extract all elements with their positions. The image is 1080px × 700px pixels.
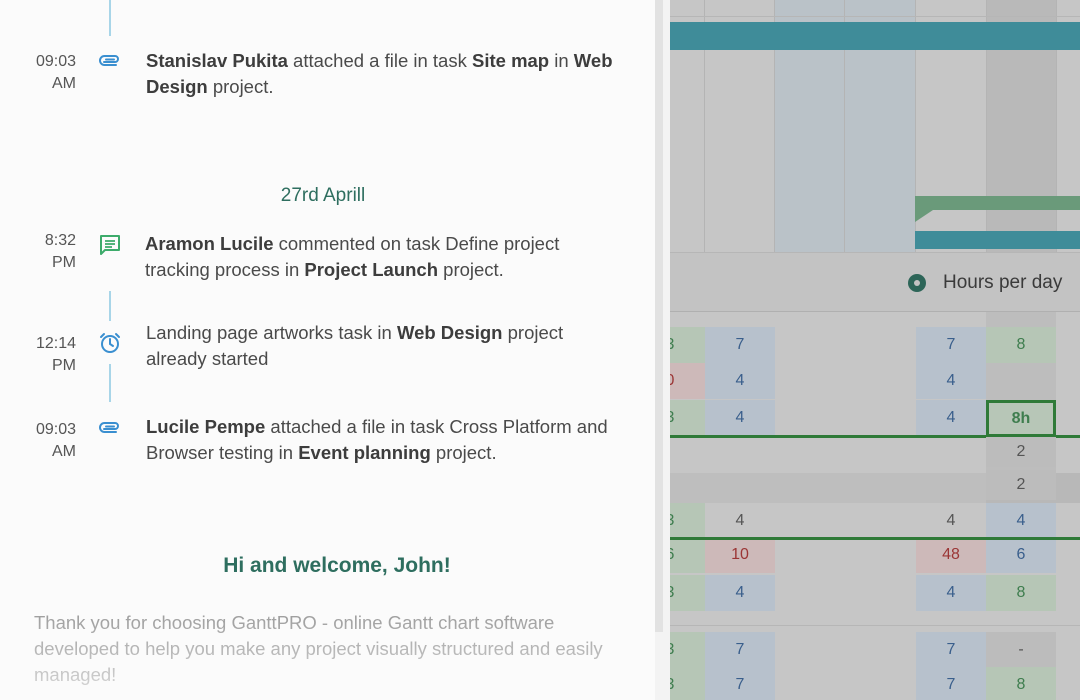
activity-bold-text[interactable]: Event planning: [298, 442, 431, 463]
activity-text: in: [549, 50, 574, 71]
hours-cell[interactable]: 3: [670, 632, 705, 668]
hours-cell[interactable]: 3: [670, 667, 705, 700]
activity-entry-text: Aramon Lucile commented on task Define p…: [145, 231, 615, 283]
hours-cell[interactable]: 7: [916, 327, 986, 363]
hours-cell[interactable]: 10: [705, 537, 775, 573]
hours-cell[interactable]: 7: [705, 327, 775, 363]
hours-cell[interactable]: 3: [670, 503, 705, 539]
gantt-milestone-notch: [915, 210, 933, 222]
hours-cell[interactable]: 4: [705, 503, 775, 539]
activity-time: 12:14 PM: [35, 335, 76, 374]
hours-cell[interactable]: 2: [986, 470, 1056, 500]
legend-label: Hours per day: [943, 272, 1063, 293]
activity-time: 8:32 PM: [44, 232, 76, 271]
hours-cell[interactable]: 3: [670, 575, 705, 611]
hours-per-day-legend: Hours per day: [670, 252, 1080, 312]
overload-line: [670, 435, 986, 438]
welcome-text: Thank you for choosing GanttPRO - online…: [34, 612, 603, 685]
comment-icon: [98, 233, 122, 257]
activity-text: project.: [430, 442, 497, 463]
overload-line: [670, 537, 1080, 540]
alarm-clock-icon: [98, 331, 122, 355]
panel-scrollbar[interactable]: [655, 0, 670, 700]
activity-bold-text[interactable]: Web Design: [397, 322, 503, 343]
hours-cell[interactable]: 8: [986, 327, 1056, 363]
activity-entry-text: Stanislav Pukita attached a file in task…: [146, 48, 616, 100]
activity-bold-text[interactable]: Lucile Pempe: [146, 416, 265, 437]
timeline-line: [109, 0, 111, 36]
hours-cell[interactable]: 3: [670, 400, 705, 436]
gantt-chart-background: Hours per day 37780443442234446104863448…: [670, 0, 1080, 700]
activity-text: Landing page artworks task in: [146, 322, 397, 343]
hours-cell[interactable]: 4: [986, 503, 1056, 539]
activity-entry-text: Lucile Pempe attached a file in task Cro…: [146, 414, 626, 466]
hours-cell[interactable]: 4: [916, 400, 986, 436]
activity-bold-text[interactable]: Project Launch: [304, 259, 438, 280]
activity-bold-text[interactable]: Site map: [472, 50, 549, 71]
hours-cell[interactable]: 4: [705, 400, 775, 436]
paperclip-icon: [98, 50, 122, 74]
hours-cell[interactable]: 3: [670, 327, 705, 363]
radio-dot-icon[interactable]: [908, 274, 926, 292]
activity-text: attached a file in task: [287, 50, 472, 71]
timeline-line: [109, 364, 111, 402]
hours-cell[interactable]: 7: [705, 667, 775, 700]
hours-cell[interactable]: 4: [705, 363, 775, 399]
activity-text: project.: [438, 259, 504, 280]
activity-bold-text[interactable]: Stanislav Pukita: [146, 50, 288, 71]
hours-cell[interactable]: 4: [916, 503, 986, 539]
gantt-row-shade: [670, 473, 986, 503]
timeline-line: [109, 291, 111, 321]
activity-entry-text: Landing page artworks task in Web Design…: [146, 320, 616, 372]
welcome-title: Hi and welcome, John!: [223, 554, 451, 577]
gantt-milestone-bar[interactable]: [915, 196, 1080, 210]
hours-cell[interactable]: 4: [916, 575, 986, 611]
activity-time: 09:03 AM: [35, 53, 76, 92]
hours-cell[interactable]: 48: [916, 537, 986, 573]
hours-cell[interactable]: 2: [986, 437, 1056, 467]
hours-cell[interactable]: 7: [916, 632, 986, 668]
paperclip-icon: [98, 417, 122, 441]
scrollbar-thumb[interactable]: [655, 0, 663, 632]
gantt-grid-line: [670, 16, 1080, 17]
hours-cell[interactable]: 0: [670, 363, 705, 399]
hours-cell[interactable]: 4: [916, 363, 986, 399]
activity-time: 09:03 AM: [35, 421, 76, 460]
hours-cell[interactable]: 6: [986, 537, 1056, 573]
hours-cell[interactable]: 7: [916, 667, 986, 700]
hours-cell[interactable]: 6: [670, 537, 705, 573]
date-divider: 27rd Aprill: [280, 185, 366, 206]
hours-cell[interactable]: 8: [986, 667, 1056, 700]
activity-panel: 09:03 AM Stanislav Pukita attached a fil…: [0, 0, 655, 700]
activity-bold-text[interactable]: Aramon Lucile: [145, 233, 274, 254]
gantt-task-bar[interactable]: [915, 231, 1080, 249]
gantt-grid-line: [670, 625, 1080, 626]
hours-cell-selected[interactable]: 8h: [986, 400, 1056, 437]
activity-text: project.: [207, 76, 274, 97]
hours-cell[interactable]: 4: [705, 575, 775, 611]
overload-line: [1056, 435, 1080, 438]
hours-cell[interactable]: -: [986, 632, 1056, 668]
gantt-task-bar[interactable]: [670, 22, 1080, 50]
hours-cell[interactable]: 7: [705, 632, 775, 668]
hours-cell[interactable]: 8: [986, 575, 1056, 611]
